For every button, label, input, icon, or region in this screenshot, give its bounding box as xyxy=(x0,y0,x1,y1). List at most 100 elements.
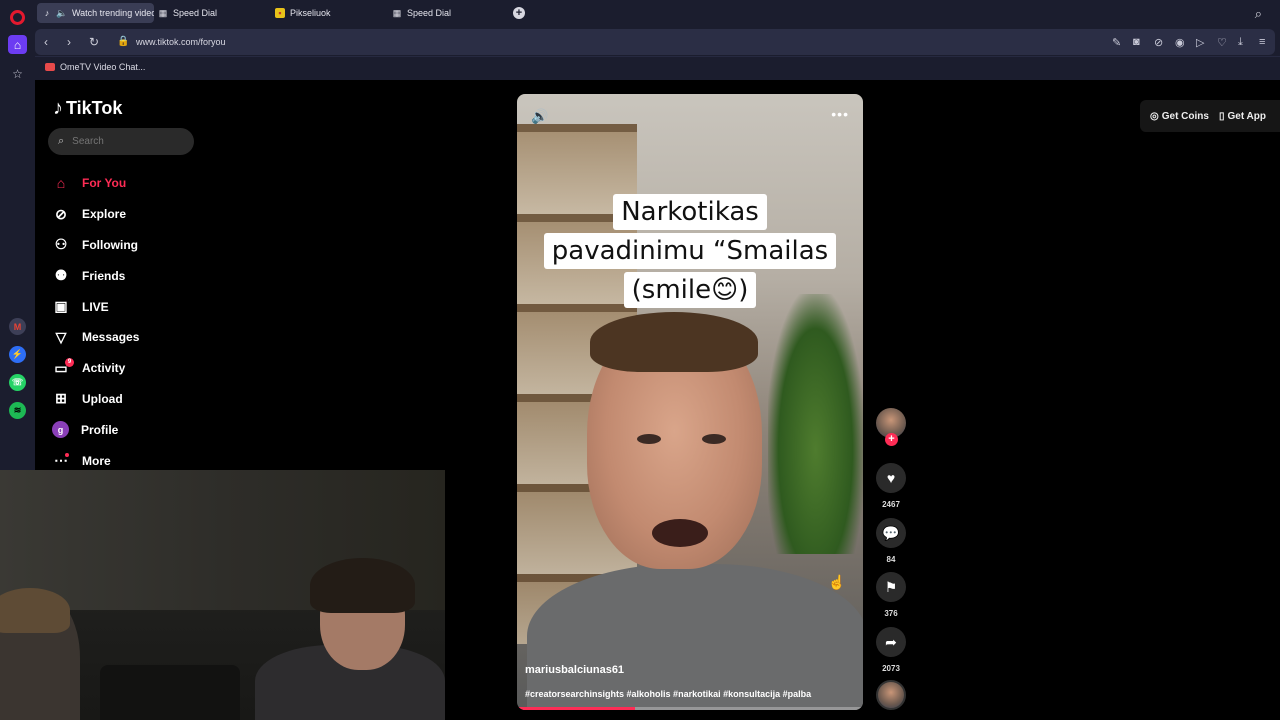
nav-upload[interactable]: ⊞ Upload xyxy=(52,384,139,415)
bookmarks-bar: OmeTV Video Chat... xyxy=(35,56,1280,80)
comment-count: 84 xyxy=(886,555,896,564)
video-progress-fill xyxy=(517,707,635,710)
video-plant xyxy=(768,294,863,554)
edit-icon[interactable]: ✎ xyxy=(1112,36,1121,49)
live-icon: ▣ xyxy=(54,298,68,315)
url-field[interactable]: www.tiktok.com/foryou xyxy=(136,37,226,47)
tab-label: Pikseliuok xyxy=(290,8,331,18)
tab-bar: ♪ 🔈 Watch trending videos ▦ Speed Dial ▪… xyxy=(35,0,1280,27)
grid-icon: ▦ xyxy=(392,7,402,18)
messages-icon: ▽ xyxy=(55,328,67,345)
save-count: 376 xyxy=(884,609,898,618)
webcam-person-left-hair xyxy=(0,588,70,633)
caption-line: Narkotikas xyxy=(613,194,767,230)
tab-speed-dial-2[interactable]: ▦ Speed Dial xyxy=(387,3,497,23)
save-button[interactable]: ⚑ xyxy=(876,572,906,602)
more-options-icon[interactable]: ••• xyxy=(831,106,849,122)
messenger-icon[interactable]: ⚡ xyxy=(9,346,26,363)
tiktok-icon: ♪ xyxy=(44,8,50,18)
get-coins-button[interactable]: ◎ Get Coins xyxy=(1150,111,1209,122)
lock-icon: 🔒 xyxy=(117,36,130,47)
webcam-chair xyxy=(100,665,240,720)
comment-icon: 💬 xyxy=(882,524,900,541)
camera-icon[interactable]: ◙ xyxy=(1133,36,1140,48)
spotify-icon[interactable]: ≋ xyxy=(9,402,26,419)
download-icon[interactable]: ⤓ xyxy=(1238,36,1243,49)
heart-icon[interactable]: ♡ xyxy=(1217,36,1227,49)
coin-icon: ◎ xyxy=(1150,110,1159,122)
sound-avatar[interactable] xyxy=(876,680,906,710)
mouse-cursor-icon: ☝ xyxy=(828,574,846,590)
webcam-overlay xyxy=(0,470,445,720)
nav-for-you[interactable]: ⌂ For You xyxy=(52,168,139,199)
search-icon: ⌕ xyxy=(58,135,65,147)
tab-pikseliuok[interactable]: ▪ Pikseliuok xyxy=(270,3,380,23)
whatsapp-icon[interactable]: ☏ xyxy=(9,374,26,391)
back-icon[interactable]: ‹ xyxy=(44,35,48,49)
video-person-eye xyxy=(637,434,661,444)
get-app-button[interactable]: ▯ Get App xyxy=(1219,111,1266,122)
star-icon[interactable]: ☆ xyxy=(8,64,27,83)
bookmark-item[interactable]: OmeTV Video Chat... xyxy=(45,62,145,72)
video-author[interactable]: mariusbalciunas61 xyxy=(525,664,624,676)
activity-badge: 9 xyxy=(65,357,74,367)
top-right-actions: ◎ Get Coins ▯ Get App xyxy=(1140,100,1280,132)
caption-line: (smile😊) xyxy=(623,272,757,308)
video-person-hair xyxy=(590,312,758,372)
video-person-mouth xyxy=(652,519,708,547)
video-person-eye xyxy=(702,434,726,444)
nav-friends[interactable]: ⚉ Friends xyxy=(52,260,139,291)
like-count: 2467 xyxy=(882,500,900,509)
forward-icon[interactable]: › xyxy=(67,35,71,49)
reload-icon[interactable]: ↻ xyxy=(89,35,99,49)
caption-line: pavadinimu “Smailas xyxy=(543,233,837,269)
compass-icon: ⊘ xyxy=(55,205,67,222)
follow-button[interactable]: + xyxy=(885,433,898,446)
nav-live[interactable]: ▣ LIVE xyxy=(52,291,139,322)
tiktok-nav: ⌂ For You ⊘ Explore ⚇ Following ⚉ Friend… xyxy=(52,168,139,476)
nav-activity[interactable]: ▭ 9 Activity xyxy=(52,353,139,384)
like-button[interactable]: ♥ xyxy=(876,463,906,493)
new-tab-button[interactable]: + xyxy=(513,7,525,19)
volume-icon[interactable]: 🔊 xyxy=(531,108,548,125)
speaker-icon[interactable]: 🔈 xyxy=(56,8,67,18)
video-player[interactable]: Narkotikas pavadinimu “Smailas (smile😊) … xyxy=(517,94,863,710)
home-icon[interactable]: ⌂ xyxy=(8,35,27,54)
following-icon: ⚇ xyxy=(54,236,68,253)
adblock-icon[interactable]: ⊘ xyxy=(1154,36,1163,49)
phone-icon: ▯ xyxy=(1218,110,1225,122)
address-bar: ‹ › ↻ 🔒 www.tiktok.com/foryou ✎ ◙ ⊘ ◉ ▷ … xyxy=(35,27,1280,56)
video-hashtags[interactable]: #creatorsearchinsights #alkoholis #narko… xyxy=(525,689,811,699)
friends-icon: ⚉ xyxy=(54,267,68,284)
video-progress-bar[interactable] xyxy=(517,707,863,710)
menu-icon[interactable]: ≡ xyxy=(1259,36,1265,48)
tab-label: Speed Dial xyxy=(407,8,452,18)
comment-button[interactable]: 💬 xyxy=(876,518,906,548)
search-tabs-icon[interactable]: ⌕ xyxy=(1255,6,1262,22)
heart-icon: ♥ xyxy=(886,470,896,486)
tab-label: Speed Dial xyxy=(173,8,218,18)
gmail-icon[interactable]: M xyxy=(9,318,26,335)
nav-messages[interactable]: ▽ Messages xyxy=(52,322,140,353)
opera-logo-icon[interactable] xyxy=(10,10,25,25)
tab-speed-dial-1[interactable]: ▦ Speed Dial xyxy=(153,3,263,23)
webcam-person-right-hair xyxy=(310,558,415,613)
play-icon[interactable]: ▷ xyxy=(1196,36,1204,49)
tab-tiktok[interactable]: ♪ 🔈 Watch trending videos xyxy=(37,3,154,23)
search-box[interactable]: ⌕ xyxy=(48,128,194,155)
nav-explore[interactable]: ⊘ Explore xyxy=(52,199,139,230)
nav-profile[interactable]: g Profile xyxy=(52,414,139,445)
grid-icon: ▦ xyxy=(158,7,168,18)
tiktok-logo[interactable]: ♪ TikTok xyxy=(53,97,122,120)
home-icon: ⌂ xyxy=(56,175,66,192)
profile-avatar: g xyxy=(52,421,69,439)
nav-following[interactable]: ⚇ Following xyxy=(52,230,139,261)
bookmark-label: OmeTV Video Chat... xyxy=(60,62,146,72)
share-button[interactable]: ➦ xyxy=(876,627,906,657)
video-chat-icon xyxy=(45,63,55,71)
tiktok-note-icon: ♪ xyxy=(53,97,63,119)
search-input[interactable] xyxy=(72,136,173,147)
upload-icon: ⊞ xyxy=(55,390,67,407)
vpn-icon[interactable]: ◉ xyxy=(1175,36,1185,49)
share-icon: ➦ xyxy=(885,633,897,650)
